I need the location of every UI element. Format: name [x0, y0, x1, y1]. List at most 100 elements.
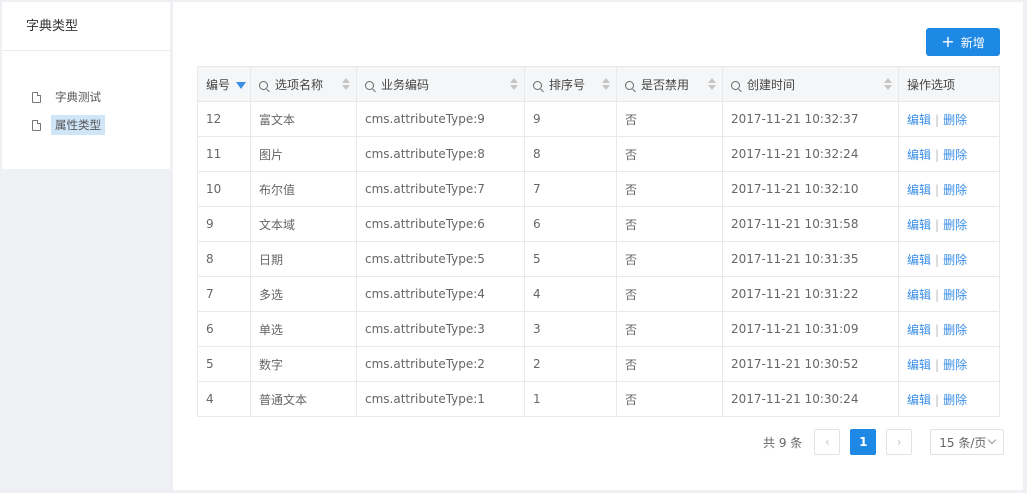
- tree: 字典测试 属性类型: [2, 51, 170, 139]
- column-header[interactable]: 选项名称: [250, 66, 357, 102]
- action-separator: |: [935, 112, 940, 127]
- delete-link[interactable]: 删除: [943, 218, 967, 232]
- column-header[interactable]: 排序号: [524, 66, 617, 102]
- cell-created: 2017-11-21 10:31:22: [722, 276, 899, 312]
- cell-code: cms.attributeType:4: [356, 276, 525, 312]
- search-icon[interactable]: [365, 80, 374, 90]
- cell-disabled: 否: [616, 206, 723, 242]
- search-icon[interactable]: [731, 80, 740, 90]
- table-row: 9 文本域 cms.attributeType:6 6 否 2017-11-21 10:3…: [197, 206, 1000, 242]
- column-header-label: 业务编码: [381, 77, 430, 92]
- edit-link[interactable]: 编辑: [907, 288, 931, 302]
- cell-id: 4: [197, 381, 251, 417]
- cell-code: cms.attributeType:6: [356, 206, 525, 242]
- edit-link[interactable]: 编辑: [907, 113, 931, 127]
- search-icon[interactable]: [533, 80, 542, 90]
- cell-disabled: 否: [616, 276, 723, 312]
- edit-link[interactable]: 编辑: [907, 358, 931, 372]
- column-header-label: 选项名称: [275, 77, 324, 92]
- table-row: 12 富文本 cms.attributeType:9 9 否 2017-11-21 10:…: [197, 101, 1000, 137]
- cell-disabled: 否: [616, 101, 723, 137]
- add-button-label: 新增: [960, 35, 985, 50]
- sort-icon[interactable]: [708, 78, 716, 90]
- cell-name: 富文本: [250, 101, 357, 137]
- cell-created: 2017-11-21 10:30:24: [722, 381, 899, 417]
- cell-name: 单选: [250, 311, 357, 347]
- cell-code: cms.attributeType:3: [356, 311, 525, 347]
- action-separator: |: [935, 147, 940, 162]
- next-page-button[interactable]: ›: [886, 429, 913, 455]
- cell-code: cms.attributeType:5: [356, 241, 525, 277]
- table-row: 4 普通文本 cms.attributeType:1 1 否 2017-11-21 10:…: [197, 381, 1000, 417]
- main-panel: + 新增 编号 选项名称 业务编码 排序号 是否禁用 创建时间 操作选项 12 富文本 cms.…: [173, 2, 1023, 490]
- prev-page-button[interactable]: ‹: [814, 429, 841, 455]
- column-header[interactable]: 编号: [197, 66, 251, 102]
- cell-actions: 编辑 | 删除: [898, 276, 1000, 312]
- search-icon[interactable]: [625, 80, 634, 90]
- cell-order: 5: [524, 241, 617, 277]
- cell-order: 3: [524, 311, 617, 347]
- action-separator: |: [935, 392, 940, 407]
- cell-name: 文本域: [250, 206, 357, 242]
- action-separator: |: [935, 252, 940, 267]
- delete-link[interactable]: 删除: [943, 253, 967, 267]
- table-row: 11 图片 cms.attributeType:8 8 否 2017-11-21 10:3…: [197, 136, 1000, 172]
- cell-disabled: 否: [616, 311, 723, 347]
- page-size-select[interactable]: 15 条/页: [930, 429, 1005, 455]
- tree-item-dict-test[interactable]: 字典测试: [2, 83, 170, 111]
- delete-link[interactable]: 删除: [943, 148, 967, 162]
- edit-link[interactable]: 编辑: [907, 323, 931, 337]
- cell-actions: 编辑 | 删除: [898, 381, 1000, 417]
- sidebar-title: 字典类型: [2, 2, 170, 51]
- edit-link[interactable]: 编辑: [907, 148, 931, 162]
- edit-link[interactable]: 编辑: [907, 253, 931, 267]
- action-separator: |: [935, 287, 940, 302]
- edit-link[interactable]: 编辑: [907, 183, 931, 197]
- tree-item-attribute-type[interactable]: 属性类型: [2, 111, 170, 139]
- delete-link[interactable]: 删除: [943, 288, 967, 302]
- action-separator: |: [935, 217, 940, 232]
- cell-order: 2: [524, 346, 617, 382]
- page-button-current[interactable]: 1: [850, 429, 877, 455]
- cell-actions: 编辑 | 删除: [898, 346, 1000, 382]
- column-header[interactable]: 是否禁用: [616, 66, 723, 102]
- cell-created: 2017-11-21 10:31:09: [722, 311, 899, 347]
- cell-name: 图片: [250, 136, 357, 172]
- cell-created: 2017-11-21 10:32:10: [722, 171, 899, 207]
- edit-link[interactable]: 编辑: [907, 393, 931, 407]
- cell-actions: 编辑 | 删除: [898, 171, 1000, 207]
- cell-actions: 编辑 | 删除: [898, 136, 1000, 172]
- sort-icon[interactable]: [884, 78, 892, 90]
- delete-link[interactable]: 删除: [943, 358, 967, 372]
- sort-desc-icon[interactable]: [236, 81, 247, 89]
- cell-id: 10: [197, 171, 251, 207]
- edit-link[interactable]: 编辑: [907, 218, 931, 232]
- cell-order: 4: [524, 276, 617, 312]
- add-button[interactable]: + 新增: [926, 28, 1000, 56]
- page-size-value: 15 条/页: [939, 435, 987, 450]
- column-header[interactable]: 创建时间: [722, 66, 899, 102]
- data-table: 编号 选项名称 业务编码 排序号 是否禁用 创建时间 操作选项 12 富文本 cms.attri…: [197, 66, 1000, 417]
- table-header-row: 编号 选项名称 业务编码 排序号 是否禁用 创建时间 操作选项: [197, 66, 1000, 102]
- column-header[interactable]: 业务编码: [356, 66, 525, 102]
- cell-code: cms.attributeType:1: [356, 381, 525, 417]
- search-icon[interactable]: [259, 80, 268, 90]
- table-row: 6 单选 cms.attributeType:3 3 否 2017-11-21 10:31…: [197, 311, 1000, 347]
- delete-link[interactable]: 删除: [943, 183, 967, 197]
- delete-link[interactable]: 删除: [943, 113, 967, 127]
- cell-order: 7: [524, 171, 617, 207]
- column-header: 操作选项: [898, 66, 1000, 102]
- delete-link[interactable]: 删除: [943, 323, 967, 337]
- sort-icon[interactable]: [602, 78, 610, 90]
- delete-link[interactable]: 删除: [943, 393, 967, 407]
- sort-icon[interactable]: [342, 78, 350, 90]
- cell-id: 12: [197, 101, 251, 137]
- cell-code: cms.attributeType:7: [356, 171, 525, 207]
- column-header-label: 创建时间: [747, 77, 796, 92]
- cell-id: 9: [197, 206, 251, 242]
- action-separator: |: [935, 357, 940, 372]
- cell-disabled: 否: [616, 241, 723, 277]
- sort-icon[interactable]: [510, 78, 518, 90]
- column-header-label: 是否禁用: [641, 77, 690, 92]
- cell-name: 日期: [250, 241, 357, 277]
